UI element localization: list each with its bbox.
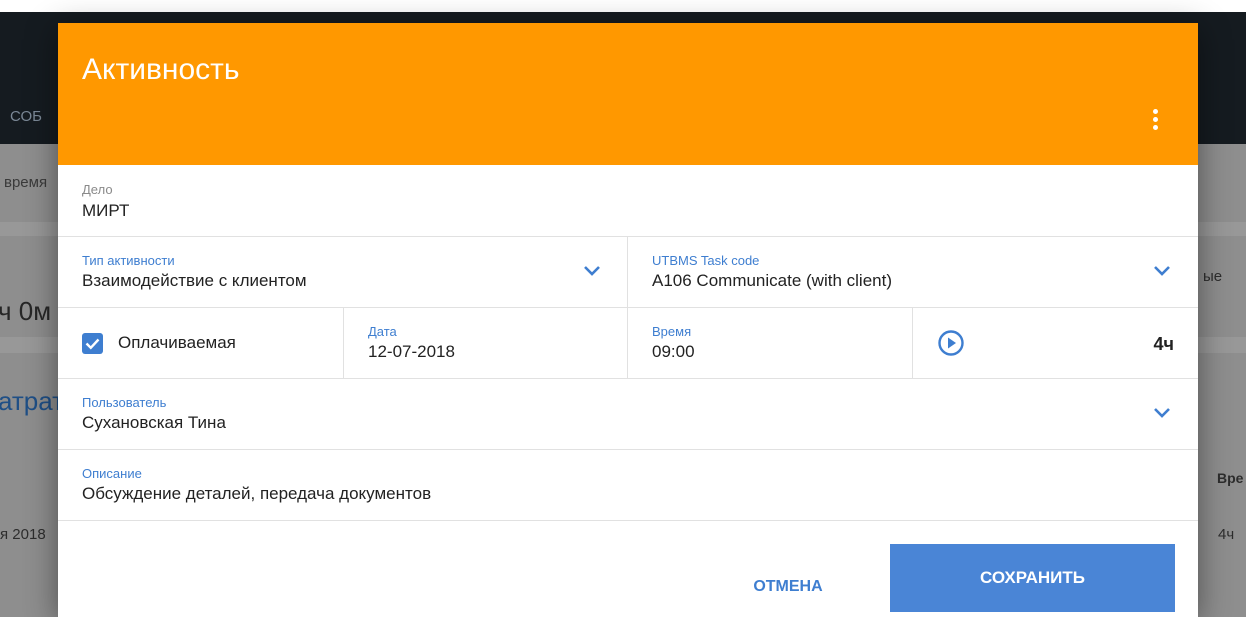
section-fragment: атрат — [0, 386, 65, 416]
checkbox-box[interactable] — [82, 333, 103, 354]
date-field[interactable]: Дата 12-07-2018 — [344, 308, 627, 378]
time-label: Время — [652, 324, 692, 339]
utbms-value: A106 Communicate (with client) — [652, 271, 892, 290]
cancel-button[interactable]: ОТМЕНА — [738, 567, 838, 607]
date-label: Дата — [368, 324, 397, 339]
user-value: Сухановская Тина — [82, 413, 226, 432]
row-date-fragment: я 2018 — [0, 526, 46, 543]
save-button[interactable]: СОХРАНИТЬ — [890, 544, 1175, 612]
utbms-task-code-select[interactable]: UTBMS Task code A106 Communicate (with c… — [628, 237, 1198, 307]
dialog-title: Активность — [82, 53, 240, 86]
description-label: Описание — [82, 466, 142, 481]
description-value: Обсуждение деталей, передача документов — [82, 484, 432, 503]
duration-fragment: ч 0м — [0, 296, 52, 326]
dialog-header: Активность — [58, 23, 1198, 165]
case-label: Дело — [82, 182, 113, 197]
description-field[interactable]: Описание Обсуждение деталей, передача до… — [58, 450, 1198, 520]
chevron-down-icon[interactable] — [1152, 406, 1172, 420]
timer-field: 4ч — [913, 308, 1198, 378]
case-value: МИРТ — [82, 201, 130, 220]
time-value: 09:00 — [652, 342, 695, 361]
case-field[interactable]: Дело МИРТ — [58, 165, 1198, 236]
chevron-down-icon[interactable] — [582, 264, 602, 278]
nav-fragment: СОБ — [10, 108, 43, 125]
activity-type-label: Тип активности — [82, 253, 175, 268]
billable-checkbox[interactable]: Оплачиваемая — [58, 308, 343, 378]
activity-type-value: Взаимодействие с клиентом — [82, 271, 307, 290]
user-select[interactable]: Пользователь Сухановская Тина — [58, 379, 1198, 449]
utbms-label: UTBMS Task code — [652, 253, 760, 268]
row-time-fragment: 4ч — [1218, 526, 1235, 543]
activity-type-select[interactable]: Тип активности Взаимодействие с клиентом — [58, 237, 627, 307]
column-fragment: Вре — [1217, 470, 1244, 486]
subnav-fragment: время — [4, 174, 48, 191]
time-field[interactable]: Время 09:00 — [628, 308, 912, 378]
more-vert-icon[interactable] — [1144, 103, 1166, 137]
billable-label: Оплачиваемая — [118, 333, 236, 352]
duration-value: 4ч — [1153, 334, 1174, 354]
date-value: 12-07-2018 — [368, 342, 455, 361]
user-label: Пользователь — [82, 395, 167, 410]
activity-dialog: Активность Дело МИРТ Тип активности Взаи… — [58, 23, 1198, 617]
divider — [58, 520, 1198, 521]
play-circle-icon[interactable] — [937, 329, 965, 357]
right-fragment: ые — [1203, 268, 1223, 285]
top-strip — [0, 0, 1246, 12]
check-icon — [85, 338, 100, 350]
chevron-down-icon[interactable] — [1152, 264, 1172, 278]
